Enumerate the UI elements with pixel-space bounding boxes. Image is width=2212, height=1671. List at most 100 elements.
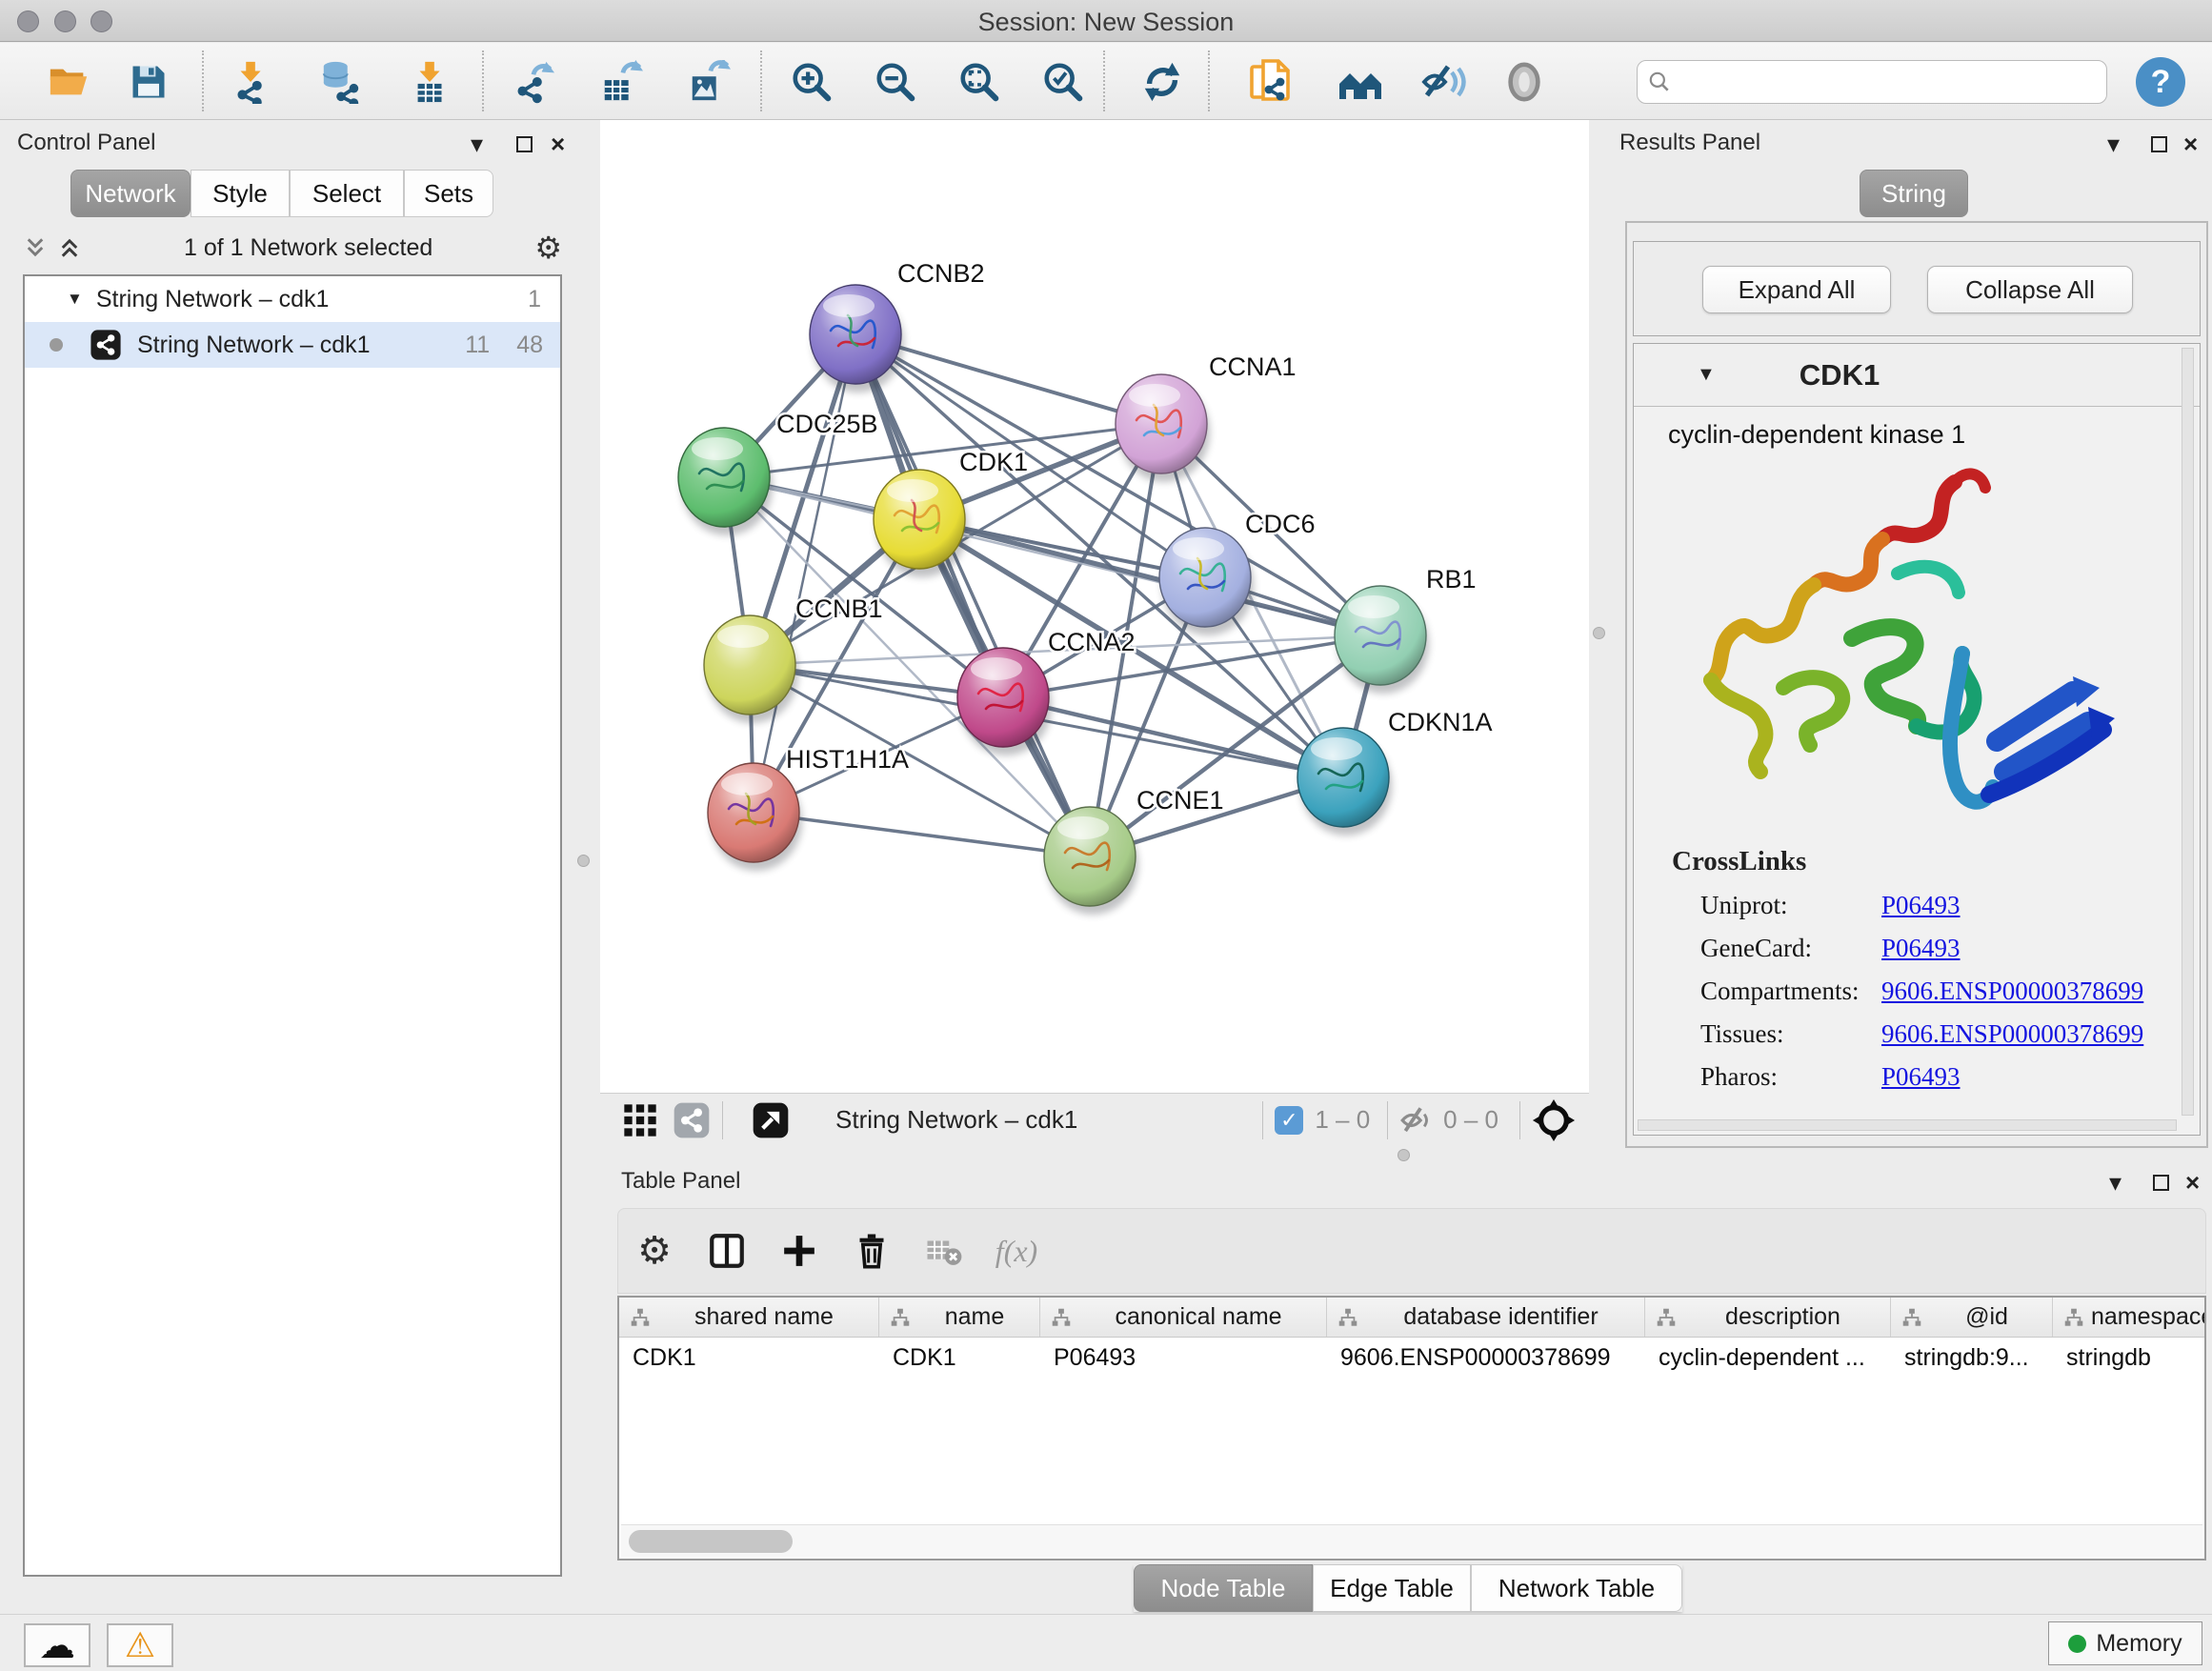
bottom-splitter-handle[interactable]: [1398, 1149, 1410, 1161]
navigator-crosshair-icon[interactable]: [1532, 1098, 1576, 1142]
hide-glyphs-button[interactable]: [1408, 52, 1480, 111]
expand-all-chevron-icon[interactable]: [23, 235, 48, 260]
results-horizontal-scrollbar[interactable]: [1638, 1119, 2177, 1131]
collapse-all-button[interactable]: Collapse All: [1927, 266, 2133, 313]
collapse-all-chevron-icon[interactable]: [57, 235, 82, 260]
pharos-link[interactable]: P06493: [1881, 1062, 1961, 1092]
column-header-id[interactable]: @id: [1891, 1298, 2053, 1337]
apply-layout-button[interactable]: [1126, 52, 1198, 111]
cell-namespace[interactable]: stringdb: [2053, 1338, 2204, 1378]
table-horizontal-scrollbar[interactable]: [621, 1524, 2202, 1557]
genecard-link[interactable]: P06493: [1881, 934, 1961, 963]
string-import-button[interactable]: [1235, 52, 1307, 111]
cloud-status-button[interactable]: ☁: [24, 1623, 90, 1667]
column-header-description[interactable]: description: [1645, 1298, 1891, 1337]
add-column-icon[interactable]: [691, 1231, 763, 1271]
tab-node-table[interactable]: Node Table: [1134, 1564, 1313, 1612]
network-collection-row[interactable]: ▼ String Network – cdk1 1: [25, 276, 560, 322]
left-splitter-handle[interactable]: [577, 855, 590, 867]
import-network-from-file-button[interactable]: [215, 52, 288, 111]
cell-shared-name[interactable]: CDK1: [619, 1338, 879, 1378]
network-birdseye-icon[interactable]: [673, 1101, 711, 1139]
tab-sets[interactable]: Sets: [404, 170, 493, 217]
export-network-button[interactable]: [497, 52, 570, 111]
node-CDK1[interactable]: CDK1: [874, 448, 1028, 577]
import-table-button[interactable]: [394, 52, 467, 111]
table-options-gear-icon[interactable]: ⚙: [618, 1229, 691, 1273]
cell-description[interactable]: cyclin-dependent ...: [1645, 1338, 1891, 1378]
zoom-in-button[interactable]: [775, 52, 848, 111]
zoom-fit-button[interactable]: [943, 52, 1016, 111]
node-CCNE1[interactable]: CCNE1: [1044, 786, 1224, 915]
tab-select[interactable]: Select: [290, 170, 404, 217]
save-session-button[interactable]: [112, 52, 185, 111]
string-home-button[interactable]: [1324, 52, 1397, 111]
tissues-link[interactable]: 9606.ENSP00000378699: [1881, 1019, 2143, 1049]
export-image-button[interactable]: [673, 52, 745, 111]
expand-all-button[interactable]: Expand All: [1702, 266, 1891, 313]
node-CCNA1[interactable]: CCNA1: [1116, 352, 1297, 482]
cell-canonical-name[interactable]: P06493: [1040, 1338, 1327, 1378]
collapse-panel-icon[interactable]: ▾: [2109, 1168, 2122, 1198]
selected-checkbox-icon[interactable]: ✓: [1275, 1106, 1303, 1135]
edge-HIST1H1A-CCNE1[interactable]: [754, 813, 1090, 856]
edge-CCNB2-CCNE1[interactable]: [855, 334, 1090, 856]
zoom-out-button[interactable]: [859, 52, 932, 111]
level-of-detail-button[interactable]: [1488, 52, 1560, 111]
expander-triangle-icon[interactable]: ▼: [1697, 364, 1716, 386]
cell-name[interactable]: CDK1: [879, 1338, 1040, 1378]
export-table-button[interactable]: [585, 52, 657, 111]
right-splitter-handle[interactable]: [1593, 627, 1605, 639]
float-panel-icon[interactable]: [516, 130, 533, 159]
open-session-button[interactable]: [32, 52, 105, 111]
column-header-name[interactable]: name: [879, 1298, 1040, 1337]
grid-view-icon[interactable]: [621, 1101, 659, 1139]
edge-CCNB2-HIST1H1A[interactable]: [754, 334, 855, 813]
tab-network-table[interactable]: Network Table: [1471, 1564, 1682, 1612]
collapse-panel-icon[interactable]: ▾: [2107, 130, 2120, 159]
network-row-selected[interactable]: String Network – cdk1 11 48: [25, 322, 560, 368]
tab-string[interactable]: String: [1860, 170, 1968, 217]
zoom-selected-button[interactable]: [1027, 52, 1099, 111]
close-panel-icon[interactable]: ×: [2185, 1168, 2200, 1198]
table-row[interactable]: CDK1 CDK1 P06493 9606.ENSP00000378699 cy…: [619, 1338, 2204, 1378]
node-CDC6[interactable]: CDC6: [1159, 510, 1316, 635]
compartments-link[interactable]: 9606.ENSP00000378699: [1881, 976, 2143, 1006]
node-HIST1H1A[interactable]: HIST1H1A: [708, 745, 909, 871]
uniprot-link[interactable]: P06493: [1881, 891, 1961, 920]
close-panel-icon[interactable]: ×: [2183, 130, 2198, 159]
search-field[interactable]: [1637, 60, 2107, 104]
cell-database-identifier[interactable]: 9606.ENSP00000378699: [1327, 1338, 1645, 1378]
collapse-panel-icon[interactable]: ▾: [471, 130, 483, 159]
expander-triangle-icon[interactable]: ▼: [67, 290, 83, 309]
close-panel-icon[interactable]: ×: [551, 130, 565, 159]
float-panel-icon[interactable]: [2153, 1168, 2169, 1198]
tab-network[interactable]: Network: [70, 170, 191, 217]
column-header-shared-name[interactable]: shared name: [619, 1298, 879, 1337]
results-vertical-scrollbar[interactable]: [2182, 348, 2194, 1116]
node-CCNB1[interactable]: CCNB1: [704, 594, 883, 723]
node-CDKN1A[interactable]: CDKN1A: [1297, 708, 1493, 836]
network-options-gear-icon[interactable]: ⚙: [534, 230, 562, 266]
column-header-namespace[interactable]: namespace: [2053, 1298, 2204, 1337]
cell-id[interactable]: stringdb:9...: [1891, 1338, 2053, 1378]
external-view-icon[interactable]: [752, 1101, 790, 1139]
create-column-plus-icon[interactable]: [763, 1232, 835, 1270]
column-header-database-identifier[interactable]: database identifier: [1327, 1298, 1645, 1337]
import-network-from-database-button[interactable]: [305, 52, 377, 111]
tab-style[interactable]: Style: [191, 170, 290, 217]
search-input[interactable]: [1672, 69, 2081, 95]
network-canvas[interactable]: CCNB2CCNA1CDC25BCDK1CDC6RB1CCNB1CCNA2CDK…: [600, 120, 1589, 1093]
help-button[interactable]: ?: [2136, 57, 2185, 107]
delete-column-trash-icon[interactable]: [835, 1232, 908, 1270]
gene-entry-header[interactable]: ▼ CDK1: [1634, 344, 2200, 407]
tab-edge-table[interactable]: Edge Table: [1313, 1564, 1471, 1612]
memory-button[interactable]: Memory: [2048, 1621, 2202, 1665]
node-CDC25B[interactable]: CDC25B: [678, 410, 878, 535]
float-panel-icon[interactable]: [2151, 130, 2167, 159]
hidden-eye-slash-icon[interactable]: [1399, 1102, 1436, 1138]
warnings-button[interactable]: ⚠: [107, 1623, 173, 1667]
column-header-canonical-name[interactable]: canonical name: [1040, 1298, 1327, 1337]
node-RB1[interactable]: RB1: [1335, 565, 1477, 694]
edge-CCNA2-CDKN1A[interactable]: [1003, 697, 1343, 777]
